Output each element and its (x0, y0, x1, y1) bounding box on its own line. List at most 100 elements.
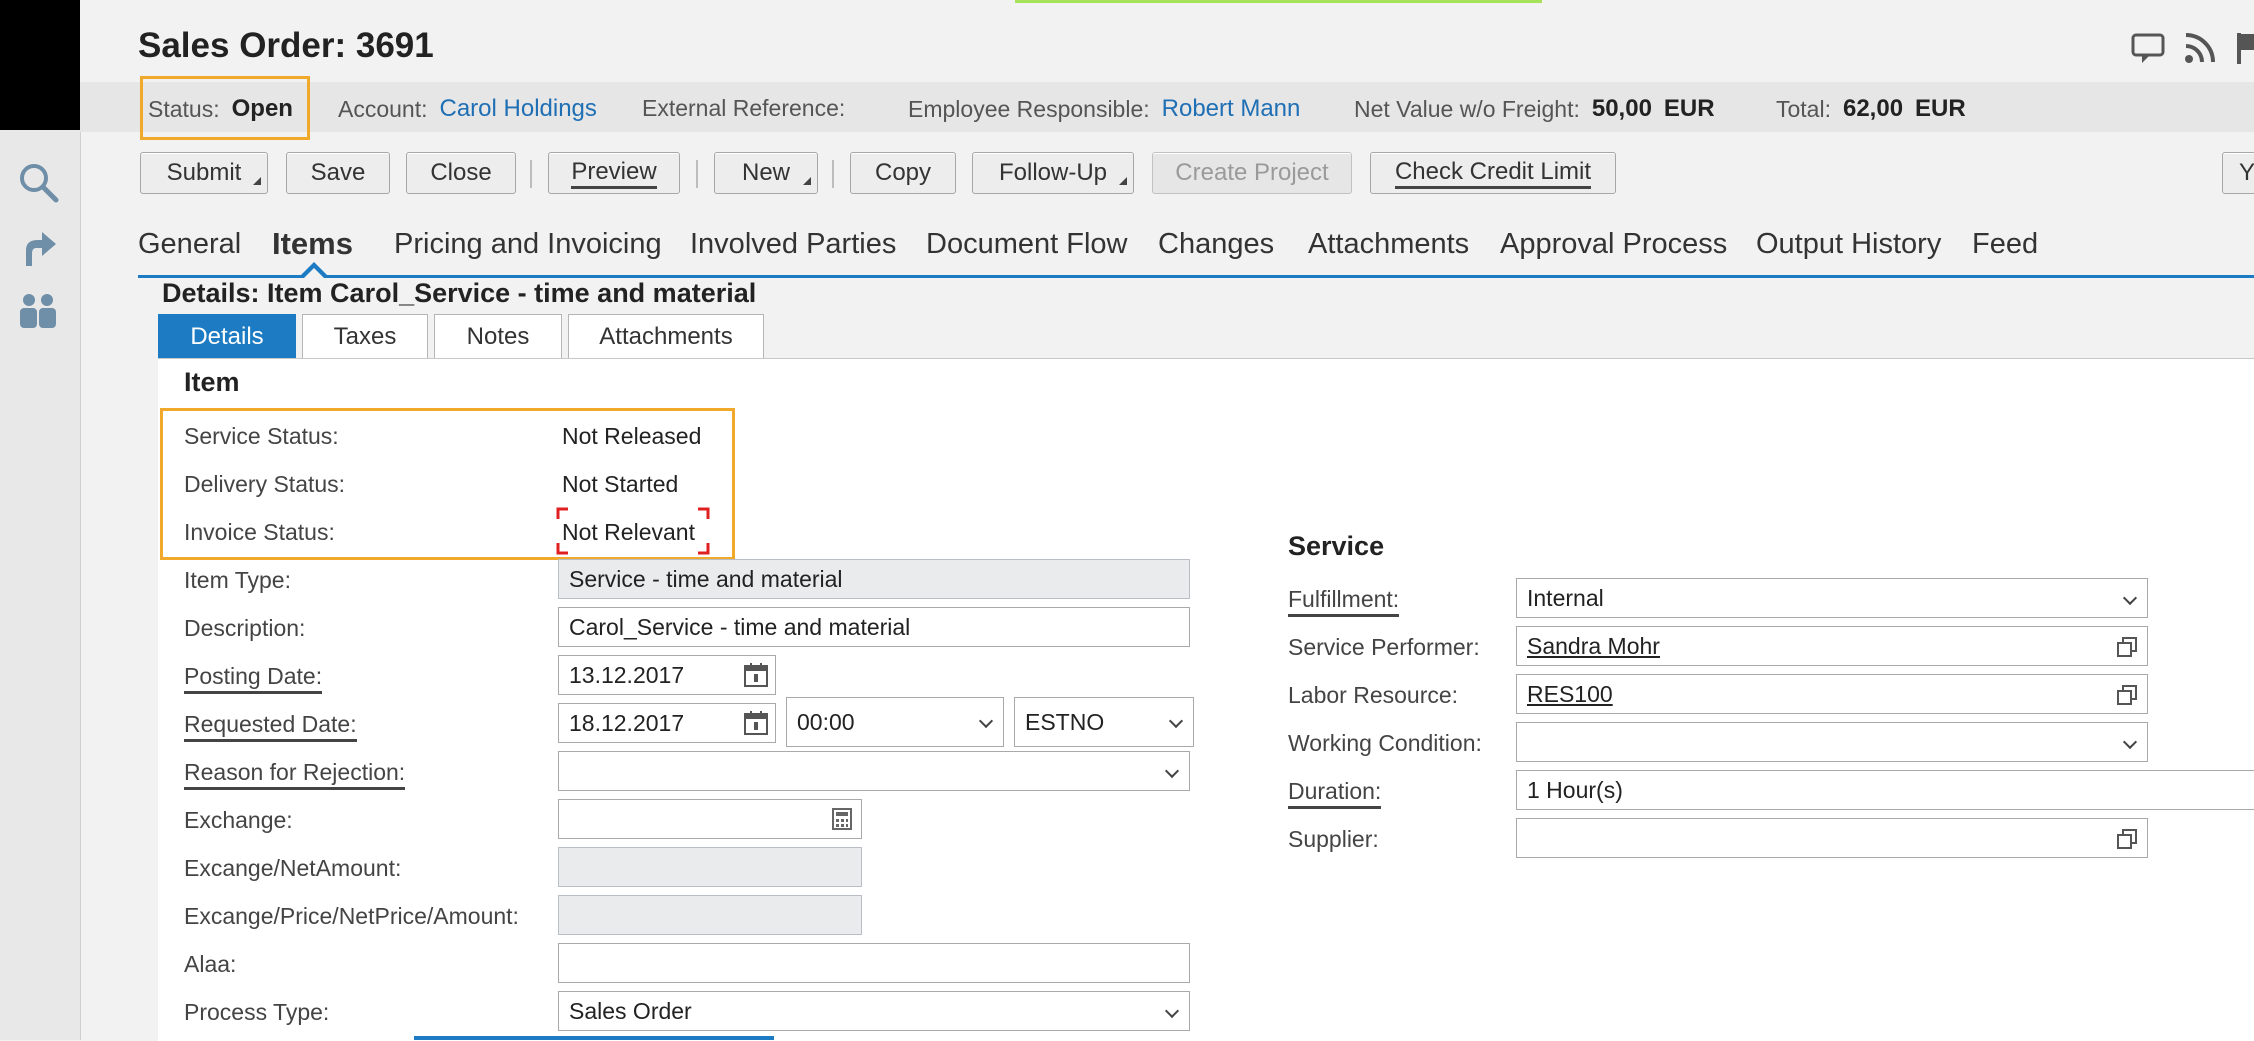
fulfillment-value: Internal (1527, 584, 1604, 611)
search-icon[interactable] (16, 160, 60, 204)
requested-date-value: 18.12.2017 (569, 709, 685, 736)
account-link[interactable]: Carol Holdings (440, 95, 597, 123)
left-sidebar (0, 130, 81, 1040)
status-field: Status: Open (148, 95, 293, 123)
tab-attachments[interactable]: Attachments (1308, 228, 1469, 261)
overflow-button[interactable]: Y (2222, 152, 2254, 194)
alaa-label: Alaa: (184, 951, 237, 977)
subtab-details[interactable]: Details (158, 314, 296, 358)
value-help-icon[interactable] (2115, 827, 2139, 851)
tab-approval-process[interactable]: Approval Process (1500, 228, 1727, 261)
subtab-notes[interactable]: Notes (434, 314, 562, 358)
service-status-label: Service Status: (184, 423, 339, 449)
exchange-label: Exchange: (184, 807, 293, 833)
delivery-status-value: Not Started (562, 471, 679, 497)
external-reference-label: External Reference: (642, 95, 846, 121)
value-help-icon[interactable] (2115, 635, 2139, 659)
calendar-icon[interactable] (743, 662, 769, 688)
calendar-icon[interactable] (743, 710, 769, 736)
create-project-button: Create Project (1152, 152, 1352, 194)
feedback-icon[interactable] (2130, 30, 2166, 66)
exchange-net-amount-label: Excange/NetAmount: (184, 855, 402, 881)
duration-input[interactable]: 1 Hour(s) (1516, 770, 2254, 810)
tab-feed[interactable]: Feed (1972, 228, 2038, 261)
item-type-label: Item Type: (184, 567, 291, 593)
subtab-attachments[interactable]: Attachments (568, 314, 764, 358)
process-type-value: Sales Order (569, 997, 692, 1024)
people-icon[interactable] (16, 288, 60, 332)
chevron-down-icon (2122, 590, 2138, 606)
labor-resource-input[interactable]: RES100 (1516, 674, 2148, 714)
requested-date-input[interactable]: 18.12.2017 (558, 703, 776, 743)
service-performer-input[interactable]: Sandra Mohr (1516, 626, 2148, 666)
service-performer-link[interactable]: Sandra Mohr (1527, 633, 1660, 660)
rejection-reason-select[interactable] (558, 751, 1190, 791)
progress-indicator (1015, 0, 1542, 3)
chevron-down-icon (2122, 734, 2138, 750)
copy-button[interactable]: Copy (850, 152, 956, 194)
service-performer-label: Service Performer: (1288, 634, 1480, 660)
chevron-down-icon (978, 713, 994, 729)
working-condition-select[interactable] (1516, 722, 2148, 762)
tab-items[interactable]: Items (272, 226, 353, 262)
tab-output-history[interactable]: Output History (1756, 228, 1941, 261)
submit-button[interactable]: Submit (140, 152, 268, 194)
net-value: 50,00 (1591, 95, 1652, 122)
alaa-input[interactable] (558, 943, 1190, 983)
share-arrow-icon[interactable] (16, 226, 60, 270)
tab-pricing-and-invoicing[interactable]: Pricing and Invoicing (394, 228, 662, 261)
exchange-input[interactable] (558, 799, 862, 839)
tab-document-flow[interactable]: Document Flow (926, 228, 1127, 261)
net-currency: EUR (1663, 95, 1715, 122)
employee-label: Employee Responsible: (908, 95, 1150, 122)
tab-involved-parties[interactable]: Involved Parties (690, 228, 896, 261)
new-button[interactable]: New (714, 152, 818, 194)
exchange-net-amount-field (558, 847, 862, 887)
scroll-indicator (414, 1036, 774, 1040)
fulfillment-select[interactable]: Internal (1516, 578, 2148, 618)
chevron-down-icon (1164, 1003, 1180, 1019)
calculator-icon[interactable] (831, 808, 853, 830)
flag-icon[interactable] (2234, 30, 2254, 66)
save-button[interactable]: Save (286, 152, 390, 194)
tab-changes[interactable]: Changes (1158, 228, 1274, 261)
supplier-label: Supplier: (1288, 826, 1379, 852)
submit-label: Submit (166, 159, 242, 186)
account-label: Account: (338, 95, 428, 122)
tab-general[interactable]: General (138, 228, 241, 261)
fulfillment-label: Fulfillment: (1288, 586, 1400, 617)
requested-timezone-select[interactable]: ESTNO (1014, 697, 1194, 747)
posting-date-label: Posting Date: (184, 663, 323, 694)
value-help-icon[interactable] (2115, 683, 2139, 707)
labor-resource-label: Labor Resource: (1288, 682, 1459, 708)
close-button[interactable]: Close (406, 152, 516, 194)
toolbar-separator (696, 160, 698, 188)
posting-date-input[interactable]: 13.12.2017 (558, 655, 776, 695)
supplier-input[interactable] (1516, 818, 2148, 858)
labor-resource-link[interactable]: RES100 (1527, 681, 1613, 708)
process-type-select[interactable]: Sales Order (558, 991, 1190, 1031)
description-label: Description: (184, 615, 306, 641)
account-field: Account: Carol Holdings (338, 95, 597, 123)
subtab-taxes[interactable]: Taxes (302, 314, 428, 358)
check-credit-limit-button[interactable]: Check Credit Limit (1370, 152, 1616, 194)
chevron-down-icon (1168, 713, 1184, 729)
exchange-price-label: Excange/Price/NetPrice/Amount: (184, 903, 519, 929)
item-section-heading: Item (184, 367, 240, 397)
details-subtabs: Details Taxes Notes Attachments (158, 314, 764, 358)
external-reference-field: External Reference: (642, 95, 845, 122)
active-tab-indicator-inner (304, 268, 324, 278)
requested-time-value: 00:00 (797, 708, 855, 735)
follow-up-button[interactable]: Follow-Up (972, 152, 1134, 194)
requested-time-select[interactable]: 00:00 (786, 697, 1004, 747)
requested-timezone-value: ESTNO (1025, 708, 1105, 735)
employee-field: Employee Responsible: Robert Mann (908, 95, 1300, 123)
duration-label: Duration: (1288, 778, 1382, 809)
description-input[interactable]: Carol_Service - time and material (558, 607, 1190, 647)
black-corner (0, 0, 80, 130)
preview-button[interactable]: Preview (548, 152, 680, 194)
rss-icon[interactable] (2182, 30, 2218, 66)
employee-link[interactable]: Robert Mann (1162, 95, 1301, 123)
delivery-status-label: Delivery Status: (184, 471, 346, 497)
service-section-heading: Service (1288, 531, 1385, 561)
